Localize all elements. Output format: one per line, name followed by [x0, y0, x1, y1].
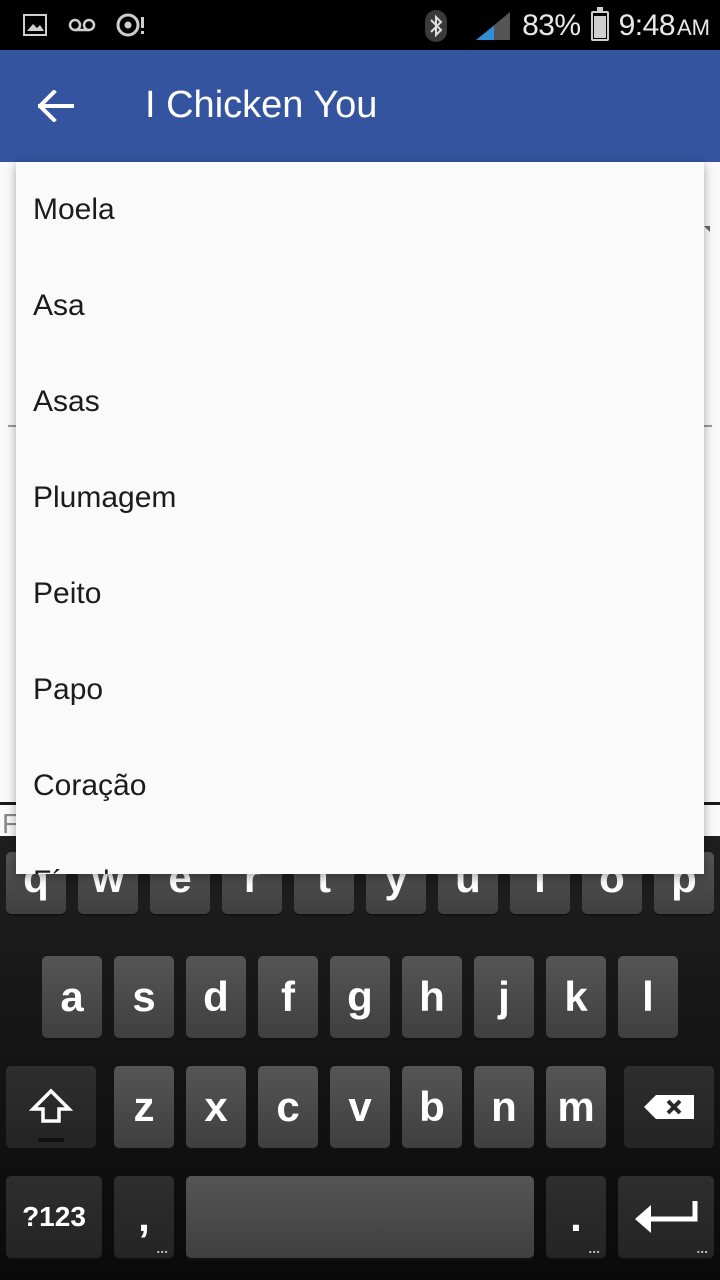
- key-more-hint: ...: [588, 1240, 600, 1256]
- key-f[interactable]: f: [258, 956, 318, 1038]
- status-ampm: AM: [677, 15, 710, 40]
- dropdown-item-label: Moela: [33, 193, 115, 226]
- period-key[interactable]: . ...: [546, 1176, 606, 1258]
- key-label: d: [203, 973, 229, 1020]
- key-label: k: [564, 973, 588, 1020]
- key-d[interactable]: d: [186, 956, 246, 1038]
- shift-indicator: [38, 1138, 64, 1142]
- app-bar: I Chicken You: [0, 50, 720, 162]
- key-h[interactable]: h: [402, 956, 462, 1038]
- dropdown-item-label: Peito: [33, 577, 102, 610]
- image-icon: [23, 14, 47, 36]
- key-b[interactable]: b: [402, 1066, 462, 1148]
- key-g[interactable]: g: [330, 956, 390, 1038]
- soft-keyboard: q w e r t y u i o p a s d f g h j k l z …: [0, 836, 720, 1280]
- shift-icon: [29, 1088, 73, 1123]
- key-label: f: [281, 973, 295, 1020]
- key-label: m: [557, 1083, 595, 1130]
- backspace-icon: [644, 1095, 694, 1119]
- key-label: ?123: [22, 1201, 86, 1232]
- enter-key[interactable]: ...: [618, 1176, 714, 1258]
- status-clock: 9:48 AM: [619, 9, 710, 43]
- signal-icon: [476, 12, 511, 40]
- key-label: .: [570, 1193, 582, 1240]
- dropdown-item-label: Fígado: [33, 865, 126, 874]
- dropdown-item-label: Coração: [33, 769, 147, 802]
- symbols-key[interactable]: ?123: [6, 1176, 102, 1258]
- key-s[interactable]: s: [114, 956, 174, 1038]
- dropdown-item[interactable]: Fígado: [16, 834, 704, 874]
- key-m[interactable]: m: [546, 1066, 606, 1148]
- key-n[interactable]: n: [474, 1066, 534, 1148]
- key-label: h: [419, 973, 445, 1020]
- key-x[interactable]: x: [186, 1066, 246, 1148]
- key-a[interactable]: a: [42, 956, 102, 1038]
- dropdown-item[interactable]: Coração: [16, 738, 704, 834]
- key-label: v: [348, 1083, 372, 1130]
- screen: 83% 9:48 AM I Chicken You F Moela Asa As…: [0, 0, 720, 1280]
- key-label: l: [642, 973, 654, 1020]
- back-button[interactable]: [24, 74, 88, 138]
- dropdown-item-label: Plumagem: [33, 481, 177, 514]
- key-label: n: [491, 1083, 517, 1130]
- key-l[interactable]: l: [618, 956, 678, 1038]
- spinner-arrow-icon: [704, 226, 710, 232]
- dropdown-item[interactable]: Asas: [16, 354, 704, 450]
- battery-fill: [593, 16, 606, 38]
- dropdown-item[interactable]: Peito: [16, 546, 704, 642]
- key-label: a: [60, 973, 84, 1020]
- key-label: s: [132, 973, 156, 1020]
- sync-alert-icon: [116, 13, 144, 37]
- enter-icon: [635, 1201, 698, 1233]
- dropdown-item[interactable]: Plumagem: [16, 450, 704, 546]
- key-v[interactable]: v: [330, 1066, 390, 1148]
- space-key[interactable]: [186, 1176, 534, 1258]
- key-more-hint: ...: [156, 1240, 168, 1256]
- dropdown-item-label: Papo: [33, 673, 104, 706]
- status-bar: 83% 9:48 AM: [0, 0, 720, 50]
- key-label: j: [498, 973, 510, 1020]
- key-label: z: [133, 1083, 155, 1130]
- key-j[interactable]: j: [474, 956, 534, 1038]
- backspace-key[interactable]: [624, 1066, 714, 1148]
- key-more-hint: ...: [696, 1240, 708, 1256]
- key-label: ,: [138, 1193, 150, 1240]
- key-label: c: [276, 1083, 300, 1130]
- bluetooth-icon: [425, 10, 448, 42]
- battery-percent: 83%: [522, 9, 581, 42]
- status-time: 9:48: [618, 9, 676, 42]
- battery-icon: [590, 7, 609, 41]
- status-notifications: [22, 12, 146, 38]
- key-k[interactable]: k: [546, 956, 606, 1038]
- key-c[interactable]: c: [258, 1066, 318, 1148]
- dropdown-list: Moela Asa Asas Plumagem Peito Papo Coraç…: [16, 162, 704, 874]
- key-label: x: [204, 1083, 228, 1130]
- dropdown-item[interactable]: Asa: [16, 258, 704, 354]
- shift-key[interactable]: [6, 1066, 96, 1148]
- back-arrow-icon: [38, 90, 74, 122]
- dropdown-item[interactable]: Moela: [16, 162, 704, 258]
- status-system: 83% 9:48 AM: [424, 6, 710, 46]
- dropdown-item-label: Asa: [33, 289, 85, 322]
- key-z[interactable]: z: [114, 1066, 174, 1148]
- voicemail-icon: [68, 18, 96, 32]
- key-label: g: [347, 973, 373, 1020]
- comma-key[interactable]: , ...: [114, 1176, 174, 1258]
- app-title: I Chicken You: [145, 84, 378, 126]
- key-label: b: [419, 1083, 445, 1130]
- dropdown-item[interactable]: Papo: [16, 642, 704, 738]
- dropdown-item-label: Asas: [33, 385, 100, 418]
